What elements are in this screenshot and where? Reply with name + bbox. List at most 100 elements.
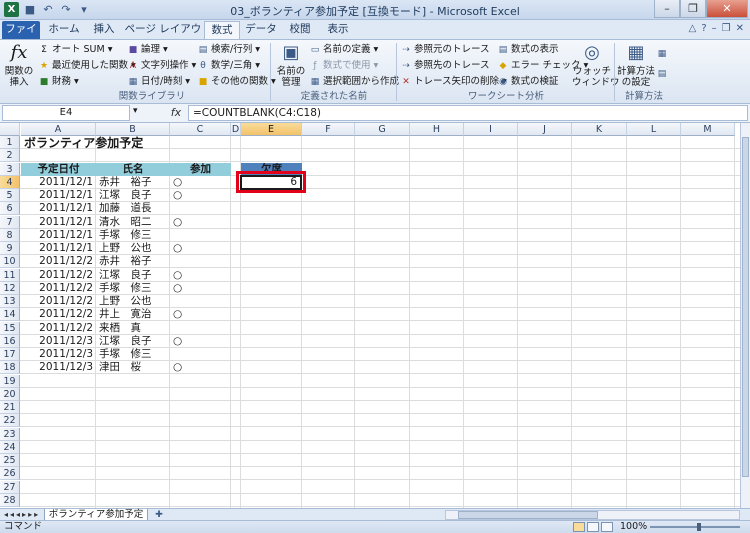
insert-function-button[interactable]: fx 関数の 挿入 bbox=[2, 42, 36, 88]
row-header-6[interactable]: 6 bbox=[0, 202, 20, 216]
record-date-cell[interactable]: 2011/12/1 bbox=[21, 216, 96, 229]
trace-dependents-button[interactable]: ⇢ 参照先のトレース bbox=[400, 58, 489, 73]
formula-input[interactable]: =COUNTBLANK(C4:C18) bbox=[188, 105, 748, 121]
record-attend-cell[interactable] bbox=[173, 322, 193, 335]
record-date-cell[interactable]: 2011/12/2 bbox=[21, 282, 96, 295]
row-header-5[interactable]: 5 bbox=[0, 189, 20, 202]
row-header-21[interactable]: 21 bbox=[0, 401, 20, 414]
calc-options-button[interactable]: ▦ 計算方法 の設定 bbox=[616, 42, 656, 88]
record-name-cell[interactable]: 赤井 裕子 bbox=[99, 255, 170, 268]
record-name-cell[interactable]: 井上 寛治 bbox=[99, 308, 170, 321]
record-name-cell[interactable]: 江塚 良子 bbox=[99, 189, 170, 202]
record-date-cell[interactable]: 2011/12/3 bbox=[21, 335, 96, 348]
recent-functions-button[interactable]: ★ 最近使用した関数 ▾ bbox=[38, 58, 136, 73]
record-name-cell[interactable]: 手塚 修三 bbox=[99, 282, 170, 295]
vertical-scrollbar[interactable] bbox=[740, 123, 750, 508]
row-header-24[interactable]: 24 bbox=[0, 440, 20, 454]
insert-function-fx-icon[interactable]: fx bbox=[166, 105, 186, 121]
record-name-cell[interactable]: 赤井 裕子 bbox=[99, 176, 170, 189]
row-header-7[interactable]: 7 bbox=[0, 215, 20, 229]
record-attend-cell[interactable] bbox=[173, 255, 193, 268]
close-workbook-icon[interactable]: ✕ bbox=[736, 23, 744, 34]
record-attend-cell[interactable]: ○ bbox=[173, 189, 193, 202]
tab-file[interactable]: ファイル bbox=[2, 21, 40, 52]
page-layout-view-icon[interactable] bbox=[587, 522, 599, 532]
column-header-b[interactable]: B bbox=[96, 123, 170, 136]
row-header-3[interactable]: 3 bbox=[0, 162, 20, 176]
record-attend-cell[interactable] bbox=[173, 295, 193, 308]
column-header-h[interactable]: H bbox=[410, 123, 464, 136]
record-attend-cell[interactable]: ○ bbox=[173, 216, 193, 229]
row-header-20[interactable]: 20 bbox=[0, 387, 20, 401]
create-from-selection-button[interactable]: ▦ 選択範囲から作成 bbox=[309, 74, 399, 89]
restore-button[interactable]: ❐ bbox=[680, 0, 706, 18]
tab-insert[interactable]: 挿入 bbox=[86, 21, 122, 39]
record-date-cell[interactable]: 2011/12/1 bbox=[21, 229, 96, 242]
row-header-23[interactable]: 23 bbox=[0, 427, 20, 441]
column-header-k[interactable]: K bbox=[572, 123, 627, 136]
record-attend-cell[interactable]: ○ bbox=[173, 176, 193, 189]
minimize-button[interactable]: – bbox=[654, 0, 680, 18]
tab-view[interactable]: 表示 bbox=[320, 21, 356, 39]
record-attend-cell[interactable]: ○ bbox=[173, 282, 193, 295]
use-in-formula-button[interactable]: ƒ 数式で使用 ▾ bbox=[309, 58, 378, 73]
vertical-scroll-thumb[interactable] bbox=[742, 137, 749, 477]
record-attend-cell[interactable]: ○ bbox=[173, 361, 193, 374]
record-date-cell[interactable]: 2011/12/1 bbox=[21, 242, 96, 255]
calc-sheet-button[interactable]: ▤ bbox=[656, 66, 670, 81]
record-name-cell[interactable]: 江塚 良子 bbox=[99, 335, 170, 348]
zoom-level[interactable]: 100% bbox=[620, 521, 647, 533]
row-header-14[interactable]: 14 bbox=[0, 308, 20, 322]
row-header-8[interactable]: 8 bbox=[0, 228, 20, 242]
column-header-g[interactable]: G bbox=[355, 123, 410, 136]
datetime-button[interactable]: ▦ 日付/時刻 ▾ bbox=[127, 74, 190, 89]
row-header-1[interactable]: 1 bbox=[0, 136, 20, 149]
record-attend-cell[interactable] bbox=[173, 202, 193, 215]
column-header-j[interactable]: J bbox=[518, 123, 572, 136]
record-date-cell[interactable]: 2011/12/2 bbox=[21, 322, 96, 335]
record-attend-cell[interactable] bbox=[173, 229, 193, 242]
tab-page-layout[interactable]: ページ レイアウト bbox=[124, 21, 202, 52]
record-name-cell[interactable]: 手塚 修三 bbox=[99, 229, 170, 242]
record-attend-cell[interactable] bbox=[173, 348, 193, 361]
column-header-m[interactable]: M bbox=[681, 123, 735, 136]
record-name-cell[interactable]: 津田 桜 bbox=[99, 361, 170, 374]
remove-arrows-button[interactable]: ✕ トレース矢印の削除 ▾ bbox=[400, 74, 507, 89]
row-header-17[interactable]: 17 bbox=[0, 348, 20, 361]
column-header-i[interactable]: I bbox=[464, 123, 518, 136]
financial-button[interactable]: ■ 財務 ▾ bbox=[38, 74, 79, 89]
record-name-cell[interactable]: 加藤 道長 bbox=[99, 202, 170, 215]
minimize-workbook-icon[interactable]: – bbox=[712, 23, 717, 34]
row-header-25[interactable]: 25 bbox=[0, 454, 20, 467]
define-name-button[interactable]: ▭ 名前の定義 ▾ bbox=[309, 42, 379, 57]
column-header-c[interactable]: C bbox=[170, 123, 231, 136]
row-header-12[interactable]: 12 bbox=[0, 281, 20, 295]
record-date-cell[interactable]: 2011/12/1 bbox=[21, 189, 96, 202]
row-header-10[interactable]: 10 bbox=[0, 255, 20, 269]
close-button[interactable]: ✕ bbox=[706, 0, 748, 18]
math-button[interactable]: θ 数学/三角 ▾ bbox=[197, 58, 260, 73]
column-header-e[interactable]: E bbox=[241, 123, 302, 136]
row-header-16[interactable]: 16 bbox=[0, 334, 20, 348]
column-header-f[interactable]: F bbox=[302, 123, 355, 136]
trace-precedents-button[interactable]: ⇢ 参照元のトレース bbox=[400, 42, 489, 57]
record-attend-cell[interactable]: ○ bbox=[173, 335, 193, 348]
evaluate-formula-button[interactable]: ◉ 数式の検証 bbox=[497, 74, 558, 89]
collapse-ribbon-icon[interactable]: △ bbox=[689, 23, 697, 34]
name-manager-button[interactable]: ▣ 名前の 管理 bbox=[274, 42, 308, 88]
autosum-button[interactable]: Σ オート SUM ▾ bbox=[38, 42, 112, 57]
normal-view-icon[interactable] bbox=[573, 522, 585, 532]
more-functions-button[interactable]: ■ その他の関数 ▾ bbox=[197, 74, 276, 89]
zoom-slider[interactable] bbox=[650, 526, 740, 528]
column-header-d[interactable]: D bbox=[231, 123, 241, 136]
page-break-view-icon[interactable] bbox=[601, 522, 613, 532]
restore-workbook-icon[interactable]: ❐ bbox=[722, 23, 731, 34]
record-name-cell[interactable]: 手塚 修三 bbox=[99, 348, 170, 361]
row-header-18[interactable]: 18 bbox=[0, 361, 20, 375]
worksheet-grid[interactable]: ABCDEFGHIJKLM 1 2 3 4 5 6 7 8 9 10 11 12 13 14 15 16 17 1… bbox=[0, 123, 740, 508]
record-name-cell[interactable]: 来栖 真 bbox=[99, 322, 170, 335]
row-header-22[interactable]: 22 bbox=[0, 414, 20, 428]
name-box-dropdown-icon[interactable]: ▾ bbox=[133, 106, 138, 116]
row-header-13[interactable]: 13 bbox=[0, 295, 20, 308]
column-header-l[interactable]: L bbox=[627, 123, 681, 136]
